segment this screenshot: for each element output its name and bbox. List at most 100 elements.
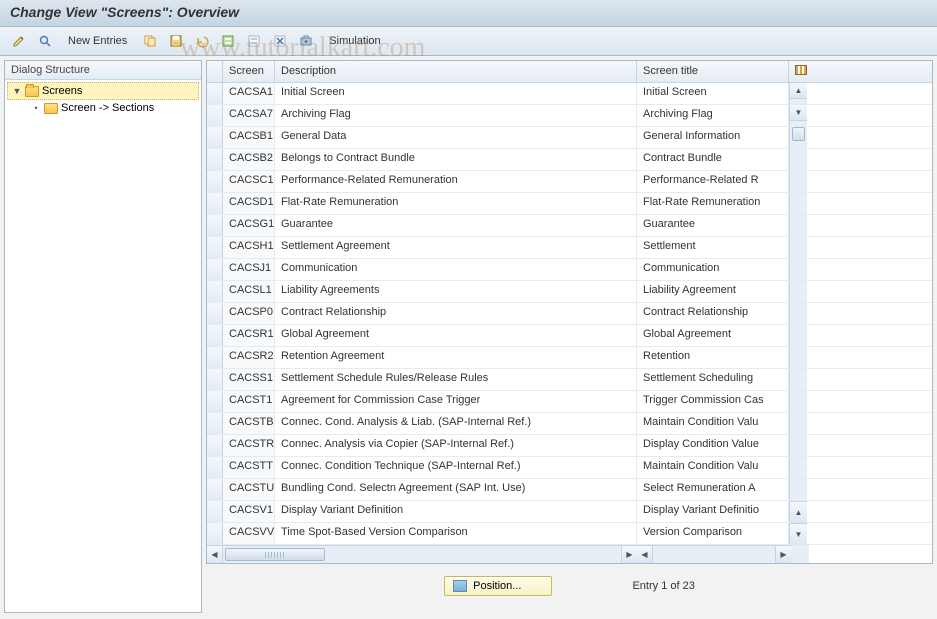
cell-screen-title[interactable]: Settlement: [637, 237, 789, 258]
cell-screen[interactable]: CACSB1: [223, 127, 275, 148]
col-header-screen-title[interactable]: Screen title: [637, 61, 789, 82]
cell-description[interactable]: Performance-Related Remuneration: [275, 171, 637, 192]
table-row[interactable]: CACSP0Contract RelationshipContract Rela…: [207, 303, 932, 325]
find-icon[interactable]: [34, 31, 56, 51]
cell-description[interactable]: Connec. Condition Technique (SAP-Interna…: [275, 457, 637, 478]
scroll-down-icon[interactable]: ▼: [790, 105, 807, 121]
table-row[interactable]: CACSTTConnec. Condition Technique (SAP-I…: [207, 457, 932, 479]
cell-screen-title[interactable]: Display Variant Definitio: [637, 501, 789, 522]
table-row[interactable]: CACSA1Initial ScreenInitial Screen▲: [207, 83, 932, 105]
table-row[interactable]: CACSTRConnec. Analysis via Copier (SAP-I…: [207, 435, 932, 457]
scroll-right-icon[interactable]: ▶: [621, 546, 637, 563]
tree-item-screens[interactable]: ▼ Screens: [7, 82, 199, 100]
scroll-up-icon[interactable]: ▲: [790, 83, 807, 99]
cell-screen[interactable]: CACSD1: [223, 193, 275, 214]
table-row[interactable]: CACSC1Performance-Related RemunerationPe…: [207, 171, 932, 193]
cell-screen-title[interactable]: Initial Screen: [637, 83, 789, 104]
cell-description[interactable]: Initial Screen: [275, 83, 637, 104]
row-selector[interactable]: [207, 149, 223, 170]
deselect-all-icon[interactable]: [243, 31, 265, 51]
table-row[interactable]: CACSG1GuaranteeGuarantee: [207, 215, 932, 237]
cell-screen[interactable]: CACSG1: [223, 215, 275, 236]
cell-description[interactable]: Archiving Flag: [275, 105, 637, 126]
cell-screen-title[interactable]: Archiving Flag: [637, 105, 789, 126]
scroll-left-icon[interactable]: ◀: [637, 546, 653, 563]
table-row[interactable]: CACSD1Flat-Rate RemunerationFlat-Rate Re…: [207, 193, 932, 215]
save-icon[interactable]: [165, 31, 187, 51]
cell-screen[interactable]: CACSH1: [223, 237, 275, 258]
cell-screen[interactable]: CACSL1: [223, 281, 275, 302]
row-selector[interactable]: [207, 479, 223, 500]
table-row[interactable]: CACSVVTime Spot-Based Version Comparison…: [207, 523, 932, 545]
cell-description[interactable]: General Data: [275, 127, 637, 148]
cell-screen-title[interactable]: General Information: [637, 127, 789, 148]
hscroll-title[interactable]: ◀ ▶: [637, 545, 791, 563]
cell-screen-title[interactable]: Liability Agreement: [637, 281, 789, 302]
cell-screen-title[interactable]: Guarantee: [637, 215, 789, 236]
table-row[interactable]: CACSB2Belongs to Contract BundleContract…: [207, 149, 932, 171]
row-selector[interactable]: [207, 303, 223, 324]
table-config-button[interactable]: [789, 61, 807, 82]
table-row[interactable]: CACSA7Archiving FlagArchiving Flag▼: [207, 105, 932, 127]
hscroll-track[interactable]: [223, 546, 621, 563]
vscroll-thumb[interactable]: [792, 127, 805, 141]
cell-screen[interactable]: CACSTB: [223, 413, 275, 434]
col-header-description[interactable]: Description: [275, 61, 637, 82]
row-selector[interactable]: [207, 369, 223, 390]
cell-description[interactable]: Belongs to Contract Bundle: [275, 149, 637, 170]
copy-icon[interactable]: [139, 31, 161, 51]
collapse-icon[interactable]: ▼: [12, 86, 22, 96]
row-selector[interactable]: [207, 237, 223, 258]
cell-screen-title[interactable]: Communication: [637, 259, 789, 280]
table-row[interactable]: CACSV1Display Variant DefinitionDisplay …: [207, 501, 932, 523]
cell-description[interactable]: Bundling Cond. Selectn Agreement (SAP In…: [275, 479, 637, 500]
undo-icon[interactable]: [191, 31, 213, 51]
hscroll-thumb[interactable]: [225, 548, 325, 561]
cell-screen-title[interactable]: Version Comparison: [637, 523, 789, 544]
config-icon[interactable]: [295, 31, 317, 51]
row-selector[interactable]: [207, 435, 223, 456]
cell-description[interactable]: Display Variant Definition: [275, 501, 637, 522]
cell-screen-title[interactable]: Global Agreement: [637, 325, 789, 346]
cell-screen[interactable]: CACSR2: [223, 347, 275, 368]
cell-screen[interactable]: CACSS1: [223, 369, 275, 390]
cell-screen-title[interactable]: Retention: [637, 347, 789, 368]
cell-description[interactable]: Flat-Rate Remuneration: [275, 193, 637, 214]
toggle-display-change-icon[interactable]: [8, 31, 30, 51]
hscroll-description[interactable]: ◀ ▶: [207, 545, 637, 563]
row-selector[interactable]: [207, 413, 223, 434]
tree-item-screen-sections[interactable]: • Screen -> Sections: [7, 100, 199, 116]
table-row[interactable]: CACSS1Settlement Schedule Rules/Release …: [207, 369, 932, 391]
row-selector[interactable]: [207, 281, 223, 302]
cell-description[interactable]: Retention Agreement: [275, 347, 637, 368]
cell-screen-title[interactable]: Performance-Related R: [637, 171, 789, 192]
cell-screen[interactable]: CACSA7: [223, 105, 275, 126]
cell-screen-title[interactable]: Trigger Commission Cas: [637, 391, 789, 412]
cell-screen[interactable]: CACSVV: [223, 523, 275, 544]
row-selector[interactable]: [207, 105, 223, 126]
cell-description[interactable]: Communication: [275, 259, 637, 280]
row-selector[interactable]: [207, 391, 223, 412]
cell-screen[interactable]: CACSTU: [223, 479, 275, 500]
cell-description[interactable]: Contract Relationship: [275, 303, 637, 324]
cell-description[interactable]: Global Agreement: [275, 325, 637, 346]
row-selector[interactable]: [207, 347, 223, 368]
row-selector[interactable]: [207, 501, 223, 522]
cell-screen-title[interactable]: Maintain Condition Valu: [637, 413, 789, 434]
scroll-down-icon[interactable]: ▼: [790, 523, 807, 545]
row-selector[interactable]: [207, 215, 223, 236]
row-selector[interactable]: [207, 523, 223, 544]
delete-icon[interactable]: [269, 31, 291, 51]
simulation-button[interactable]: Simulation: [321, 31, 388, 51]
cell-screen[interactable]: CACSJ1: [223, 259, 275, 280]
row-selector[interactable]: [207, 259, 223, 280]
col-header-screen[interactable]: Screen: [223, 61, 275, 82]
position-button[interactable]: Position...: [444, 576, 552, 596]
select-all-icon[interactable]: [217, 31, 239, 51]
table-row[interactable]: CACSTBConnec. Cond. Analysis & Liab. (SA…: [207, 413, 932, 435]
cell-screen-title[interactable]: Display Condition Value: [637, 435, 789, 456]
cell-screen-title[interactable]: Select Remuneration A: [637, 479, 789, 500]
cell-screen[interactable]: CACSV1: [223, 501, 275, 522]
row-header-corner[interactable]: [207, 61, 223, 82]
new-entries-button[interactable]: New Entries: [60, 31, 135, 51]
